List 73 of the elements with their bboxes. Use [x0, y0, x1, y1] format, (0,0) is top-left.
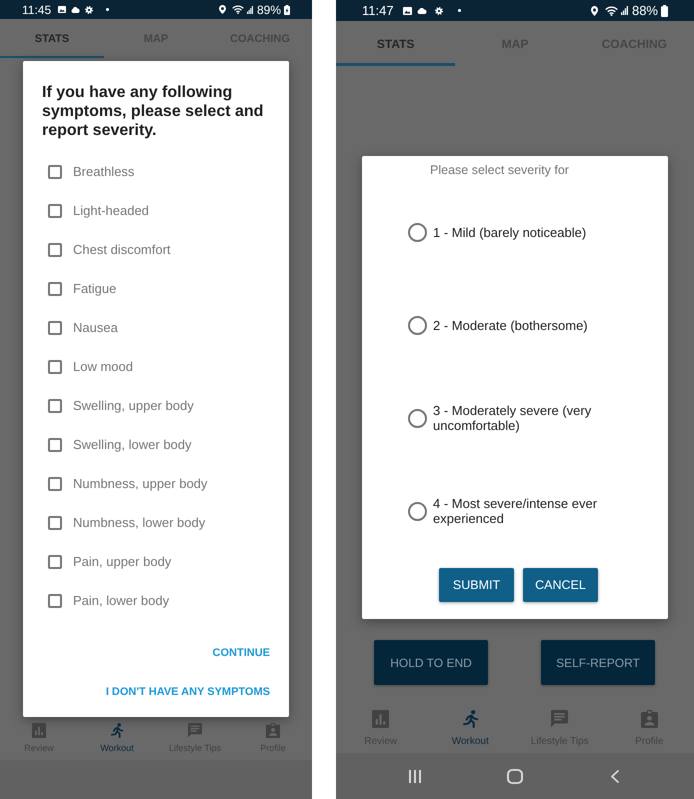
- bar-chart-icon: [32, 723, 46, 738]
- action-button[interactable]: SELF-REPORT: [541, 640, 655, 685]
- location-pin-icon: [590, 6, 598, 16]
- radio-button[interactable]: [408, 316, 427, 334]
- cloud-icon: [416, 8, 427, 14]
- radio-label[interactable]: 3 - Moderately severe (very uncomfortable): [433, 403, 605, 433]
- back-icon[interactable]: [611, 770, 619, 782]
- dialog-button[interactable]: CANCEL: [523, 568, 598, 602]
- signal-icon: [620, 6, 628, 15]
- checkbox[interactable]: [48, 594, 62, 608]
- checkbox[interactable]: [48, 477, 62, 491]
- checkbox[interactable]: [48, 360, 62, 374]
- status-time: 11:45: [22, 4, 52, 16]
- checkbox[interactable]: [48, 516, 62, 530]
- status-time: 11:47: [362, 4, 394, 17]
- radio-label[interactable]: 2 - Moderate (bothersome): [433, 318, 588, 332]
- checkbox-label[interactable]: Fatigue: [73, 281, 116, 297]
- dialog-prompt: Please select severity for: [430, 163, 569, 178]
- recent-apps-icon[interactable]: [408, 770, 422, 782]
- chat-bubble-icon: [188, 723, 202, 738]
- gear-icon: [434, 6, 443, 14]
- radio-label[interactable]: 1 - Mild (barely noticeable): [433, 224, 586, 240]
- checkbox-label[interactable]: Pain, upper body: [73, 554, 172, 570]
- checkbox-label[interactable]: Swelling, upper body: [73, 398, 194, 414]
- text-button[interactable]: I DON'T HAVE ANY SYMPTOMS: [98, 675, 278, 709]
- nav-tab[interactable]: Workout: [78, 717, 156, 760]
- cloud-icon: [71, 6, 80, 12]
- wifi-icon: [604, 6, 618, 16]
- checkbox-label[interactable]: Numbness, upper body: [73, 476, 208, 492]
- bar-chart-icon: [372, 710, 390, 728]
- image-icon: [58, 6, 66, 13]
- signal-icon: [246, 6, 253, 14]
- checkbox[interactable]: [48, 399, 62, 413]
- radio-button[interactable]: [408, 502, 427, 520]
- checkbox-label[interactable]: Pain, lower body: [73, 593, 170, 609]
- nav-tab[interactable]: Workout: [426, 690, 515, 753]
- running-person-icon: [110, 723, 124, 738]
- radio-button[interactable]: [408, 408, 427, 428]
- text-button[interactable]: CONTINUE: [204, 636, 278, 670]
- checkbox[interactable]: [48, 282, 62, 296]
- battery-percent: 89%: [256, 4, 281, 16]
- image-icon: [402, 6, 412, 14]
- checkbox[interactable]: [48, 555, 62, 569]
- tab[interactable]: STATS: [336, 21, 456, 66]
- checkbox-label[interactable]: Swelling, lower body: [73, 437, 192, 453]
- dialog-title: If you have any following symptoms, please select and report severity.: [42, 83, 264, 140]
- chat-bubble-icon: [551, 710, 568, 728]
- checkbox[interactable]: [48, 165, 62, 179]
- dot-icon: [106, 8, 110, 11]
- running-person-icon: [462, 710, 479, 728]
- checkbox-label[interactable]: Breathless: [73, 164, 134, 180]
- checkbox-label[interactable]: Numbness, lower body: [73, 515, 206, 531]
- radio-label[interactable]: 4 - Most severe/intense ever experienced: [433, 496, 605, 526]
- location-pin-icon: [218, 5, 226, 14]
- checkbox[interactable]: [48, 321, 62, 335]
- dialog-button[interactable]: SUBMIT: [439, 568, 514, 602]
- tab[interactable]: STATS: [0, 19, 104, 58]
- gear-icon: [85, 6, 94, 14]
- battery-percent: 88%: [632, 4, 658, 17]
- id-badge-icon: [266, 723, 280, 738]
- checkbox[interactable]: [48, 243, 62, 257]
- home-icon[interactable]: [507, 768, 523, 784]
- radio-button[interactable]: [408, 222, 427, 242]
- wifi-icon: [232, 5, 244, 14]
- checkbox-label[interactable]: Nausea: [73, 320, 118, 336]
- action-button[interactable]: HOLD TO END: [374, 640, 488, 685]
- checkbox-label[interactable]: Chest discomfort: [73, 242, 171, 258]
- checkbox[interactable]: [48, 438, 62, 452]
- dot-icon: [458, 9, 461, 12]
- checkbox[interactable]: [48, 204, 62, 218]
- checkbox-label[interactable]: Light-headed: [73, 203, 149, 219]
- id-badge-icon: [640, 710, 658, 728]
- checkbox-label[interactable]: Low mood: [73, 359, 133, 375]
